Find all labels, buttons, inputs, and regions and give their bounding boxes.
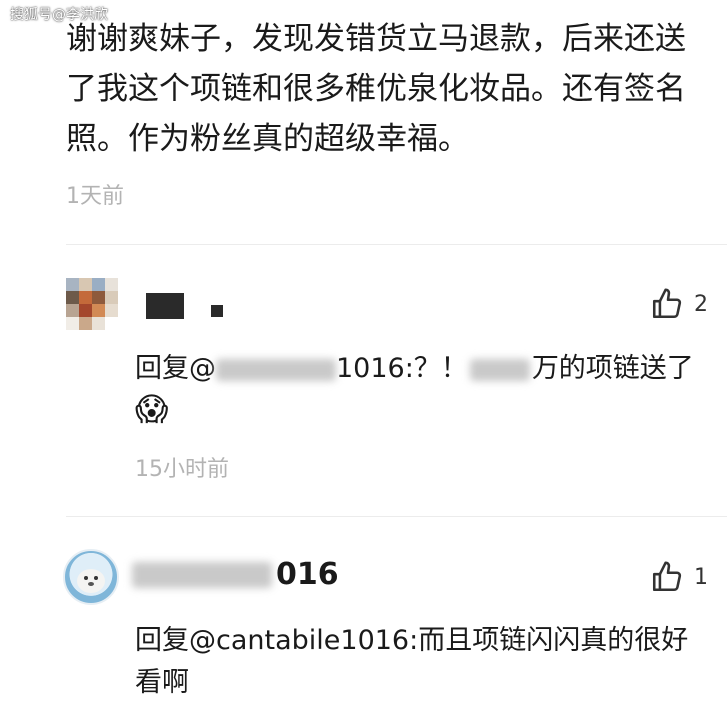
divider <box>66 516 727 517</box>
avatar[interactable] <box>63 549 119 605</box>
reply-prefix: 回复@ <box>135 353 216 384</box>
like-count: 1 <box>694 564 708 590</box>
like-button[interactable]: 1 <box>650 560 708 594</box>
comment-text: 谢谢爽妹子，发现发错货立马退款，后来还送了我这个项链和很多稚优泉化妆品。还有签名… <box>66 21 686 157</box>
scream-emoji-icon: 😱 <box>135 390 169 428</box>
reply-text: 回复@cantabile1016:而且项链闪闪真的很好看啊 <box>135 625 689 698</box>
thumbs-up-icon <box>652 561 682 592</box>
username[interactable]: 016 <box>276 557 339 592</box>
blurred-mention <box>216 358 336 381</box>
username-blurred <box>132 562 272 588</box>
thumbs-up-icon <box>652 288 682 319</box>
reply-body: 万的项链送了 <box>531 353 694 384</box>
like-button[interactable]: 2 <box>650 287 708 321</box>
reply-text: 回复@ 1016:？！ 万的项链送了 <box>135 348 725 390</box>
mention-tail: 1016:？！ <box>336 353 468 384</box>
timestamp: 15小时前 <box>135 457 229 482</box>
seal-avatar-icon <box>77 569 105 593</box>
username[interactable] <box>146 293 184 319</box>
avatar[interactable] <box>66 278 118 330</box>
like-count: 2 <box>694 291 708 317</box>
divider <box>66 244 727 245</box>
blurred-text <box>469 358 530 381</box>
username-dot <box>211 305 223 317</box>
timestamp: 1天前 <box>66 184 124 209</box>
